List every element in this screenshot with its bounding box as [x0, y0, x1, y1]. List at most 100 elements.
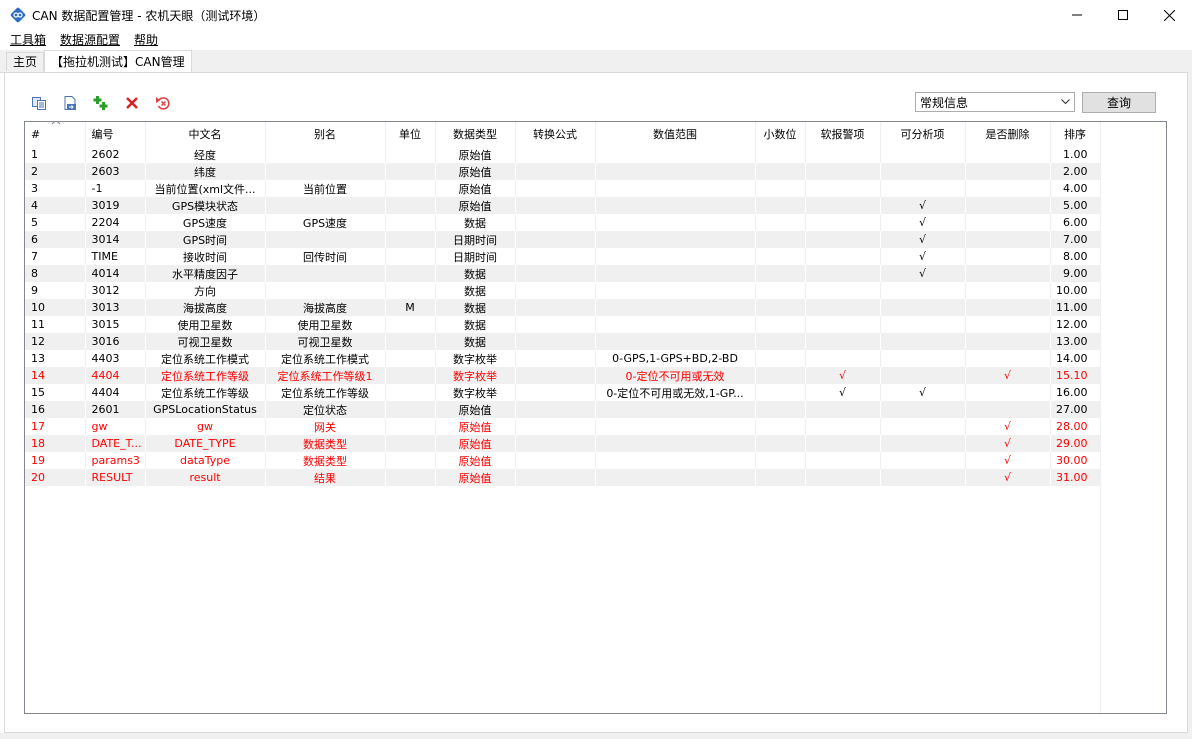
cell-code: 3012: [85, 282, 146, 299]
cell-index: 17: [25, 418, 86, 435]
cell-decimals: [755, 350, 806, 367]
table-row[interactable]: 8 4014 水平精度因子 数据 √ 9.00: [25, 265, 1101, 282]
cell-alias: 定位系统工作模式: [265, 350, 386, 367]
maximize-icon: [1118, 10, 1128, 20]
table-row[interactable]: 7 TIME 接收时间 回传时间 日期时间 √ 8.00: [25, 248, 1101, 265]
cell-decimals: [755, 180, 806, 197]
cell-cn-name: GPS速度: [145, 214, 266, 231]
cell-formula: [515, 435, 596, 452]
col-header-formula[interactable]: 转换公式: [515, 122, 596, 146]
table-row[interactable]: 14 4404 定位系统工作等级 定位系统工作等级1 数字枚举 0-定位不可用或无效 √ √ 1…: [25, 367, 1101, 384]
maximize-button[interactable]: [1100, 0, 1146, 30]
cell-range: [595, 333, 756, 350]
table-row[interactable]: 3 -1 当前位置(xml文件... 当前位置 原始值 4.00: [25, 180, 1101, 197]
category-select[interactable]: 常规信息: [915, 92, 1075, 112]
category-select-value: 常规信息: [920, 95, 969, 110]
cell-index: 11: [25, 316, 86, 333]
cell-sort: 27.00: [1050, 401, 1101, 418]
table-row[interactable]: 17 gw gw 网关 原始值 √ 28.00: [25, 418, 1101, 435]
cell-sort: 13.00: [1050, 333, 1101, 350]
cell-alias: [265, 282, 386, 299]
table-row[interactable]: 20 RESULT result 结果 原始值 √ 31.00: [25, 469, 1101, 486]
col-header-analyzable[interactable]: 可分析项: [880, 122, 966, 146]
cell-code: 4403: [85, 350, 146, 367]
table-row[interactable]: 12 3016 可视卫星数 可视卫星数 数据 13.00: [25, 333, 1101, 350]
cell-cn-name: 定位系统工作等级: [145, 367, 266, 384]
table-row[interactable]: 5 2204 GPS速度 GPS速度 数据 √ 6.00: [25, 214, 1101, 231]
col-header-decimals[interactable]: 小数位: [755, 122, 806, 146]
cell-alias: [265, 231, 386, 248]
table-row[interactable]: 2 2603 纬度 原始值 2.00: [25, 163, 1101, 180]
cell-cn-name: 当前位置(xml文件...: [145, 180, 266, 197]
table-row[interactable]: 19 params3 dataType 数据类型 原始值 √ 30.00: [25, 452, 1101, 469]
table-row[interactable]: 15 4404 定位系统工作等级 定位系统工作等级 数字枚举 0-定位不可用或无效,1-G…: [25, 384, 1101, 401]
menu-datasource[interactable]: 数据源配置: [53, 30, 127, 50]
undo-button[interactable]: [153, 93, 173, 113]
cell-alias: 网关: [265, 418, 386, 435]
cell-formula: [515, 367, 596, 384]
query-button[interactable]: 查询: [1082, 92, 1156, 113]
sort-ascending-icon: [51, 122, 61, 125]
cell-data-type: 原始值: [435, 146, 516, 163]
cell-data-type: 原始值: [435, 401, 516, 418]
cell-soft-alarm: [805, 350, 881, 367]
table-row[interactable]: 11 3015 使用卫星数 使用卫星数 数据 12.00: [25, 316, 1101, 333]
cell-decimals: [755, 452, 806, 469]
cell-range: [595, 163, 756, 180]
table-row[interactable]: 9 3012 方向 数据 10.00: [25, 282, 1101, 299]
cell-alias: 数据类型: [265, 452, 386, 469]
table-row[interactable]: 4 3019 GPS模块状态 原始值 √ 5.00: [25, 197, 1101, 214]
cell-index: 14: [25, 367, 86, 384]
col-header-alias[interactable]: 别名: [265, 122, 386, 146]
table-row[interactable]: 1 2602 经度 原始值 1.00: [25, 146, 1101, 163]
cell-deleted: √: [965, 452, 1051, 469]
cell-range: 0-GPS,1-GPS+BD,2-BD: [595, 350, 756, 367]
cell-sort: 2.00: [1050, 163, 1101, 180]
col-header-soft-alarm[interactable]: 软报警项: [805, 122, 881, 146]
minimize-button[interactable]: [1054, 0, 1100, 30]
table-row[interactable]: 16 2601 GPSLocationStatus 定位状态 原始值 27.00: [25, 401, 1101, 418]
table-row[interactable]: 10 3013 海拔高度 海拔高度 M 数据 11.00: [25, 299, 1101, 316]
col-header-deleted[interactable]: 是否删除: [965, 122, 1051, 146]
close-button[interactable]: [1146, 0, 1192, 30]
cell-alias: GPS速度: [265, 214, 386, 231]
tab-home[interactable]: 主页: [6, 52, 45, 71]
cell-analyzable: √: [880, 248, 966, 265]
minimize-icon: [1072, 14, 1082, 16]
cell-soft-alarm: [805, 197, 881, 214]
export-button[interactable]: [60, 93, 80, 113]
cell-data-type: 原始值: [435, 163, 516, 180]
cell-alias: 结果: [265, 469, 386, 486]
menu-help[interactable]: 帮助: [127, 30, 165, 50]
col-header-unit[interactable]: 单位: [385, 122, 436, 146]
col-header-data-type[interactable]: 数据类型: [435, 122, 516, 146]
cell-unit: [385, 248, 436, 265]
cell-data-type: 数据: [435, 214, 516, 231]
cell-cn-name: gw: [145, 418, 266, 435]
cell-soft-alarm: [805, 265, 881, 282]
cell-decimals: [755, 231, 806, 248]
cell-sort: 1.00: [1050, 146, 1101, 163]
cell-deleted: [965, 146, 1051, 163]
table-row[interactable]: 6 3014 GPS时间 日期时间 √ 7.00: [25, 231, 1101, 248]
delete-button[interactable]: [122, 93, 142, 113]
tab-can-manage[interactable]: 【拖拉机测试】CAN管理: [44, 50, 192, 73]
cell-alias: 当前位置: [265, 180, 386, 197]
menu-toolbox[interactable]: 工具箱: [0, 30, 53, 50]
cell-analyzable: [880, 180, 966, 197]
copy-button[interactable]: [29, 93, 49, 113]
col-header-code[interactable]: 编号: [85, 122, 146, 146]
col-header-sort[interactable]: 排序: [1050, 122, 1101, 146]
col-header-cn-name[interactable]: 中文名: [145, 122, 266, 146]
cell-deleted: [965, 299, 1051, 316]
table-row[interactable]: 13 4403 定位系统工作模式 定位系统工作模式 数字枚举 0-GPS,1-GPS+BD…: [25, 350, 1101, 367]
data-grid[interactable]: # 编号 中文名 别名 单位 数据类型 转换公式 数值范围 小数位 软报警项 可…: [24, 121, 1167, 714]
add-icon: [93, 96, 108, 110]
cell-index: 16: [25, 401, 86, 418]
col-header-range[interactable]: 数值范围: [595, 122, 756, 146]
cell-unit: [385, 333, 436, 350]
cell-unit: [385, 350, 436, 367]
add-button[interactable]: [91, 93, 111, 113]
table-row[interactable]: 18 DATE_T... DATE_TYPE 数据类型 原始值 √ 29.00: [25, 435, 1101, 452]
cell-soft-alarm: [805, 469, 881, 486]
